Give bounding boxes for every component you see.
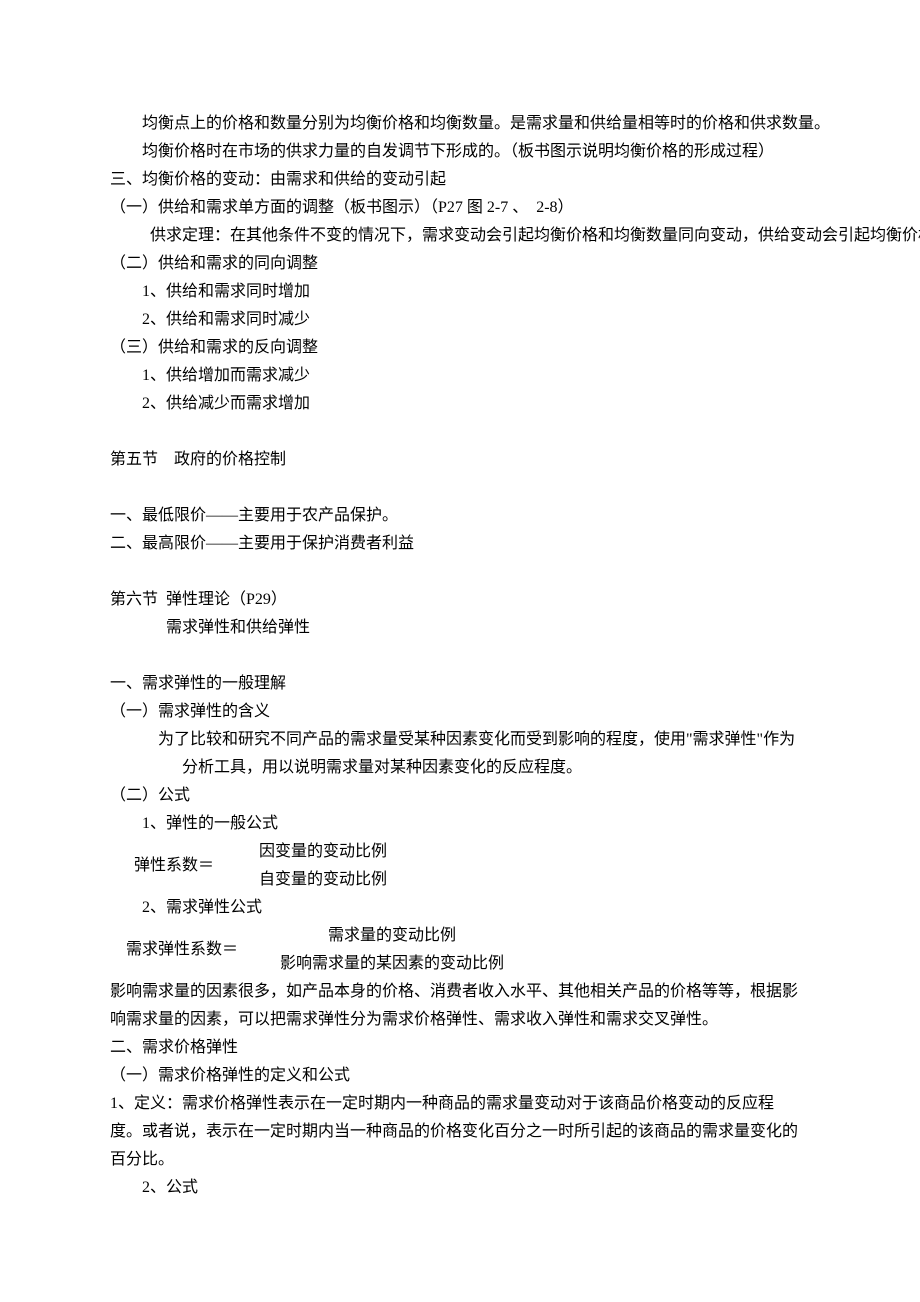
formula-demand-elasticity: 需求弹性系数＝ 需求量的变动比例 影响需求量的某因素的变动比例 xyxy=(110,922,800,978)
formula-elasticity: 弹性系数＝ 因变量的变动比例 自变量的变动比例 xyxy=(110,838,800,894)
subheading: （一）需求弹性的含义 xyxy=(110,698,800,726)
heading: 一、需求弹性的一般理解 xyxy=(110,670,800,698)
subheading: （一）需求价格弹性的定义和公式 xyxy=(110,1062,800,1090)
fraction: 需求量的变动比例 影响需求量的某因素的变动比例 xyxy=(262,922,522,978)
body-text: 均衡点上的价格和数量分别为均衡价格和均衡数量。是需求量和供给量相等时的价格和供求… xyxy=(110,110,800,138)
subheading: （一）供给和需求单方面的调整（板书图示）（P27 图 2-7 、 2-8） xyxy=(110,194,800,222)
fraction-numerator: 需求量的变动比例 xyxy=(262,922,522,950)
fraction: 因变量的变动比例 自变量的变动比例 xyxy=(238,838,408,894)
list-item: 一、最低限价——主要用于农产品保护。 xyxy=(110,502,800,530)
list-item: 1、弹性的一般公式 xyxy=(110,810,800,838)
section-heading: 第六节 弹性理论（P29） xyxy=(110,586,800,614)
list-item: 1、供给增加而需求减少 xyxy=(110,362,800,390)
spacer xyxy=(110,558,800,586)
spacer xyxy=(110,474,800,502)
heading: 二、需求价格弹性 xyxy=(110,1034,800,1062)
section-heading: 第五节 政府的价格控制 xyxy=(110,446,800,474)
body-text: 供求定理：在其他条件不变的情况下，需求变动会引起均衡价格和均衡数量同向变动，供给… xyxy=(110,222,800,250)
spacer xyxy=(110,642,800,670)
formula-label: 需求弹性系数＝ xyxy=(110,936,262,964)
body-text: 1、定义：需求价格弹性表示在一定时期内一种商品的需求量变动对于该商品价格变动的反… xyxy=(110,1090,800,1174)
body-text: 为了比较和研究不同产品的需求量受某种因素变化而受到影响的程度，使用"需求弹性"作… xyxy=(134,726,800,782)
fraction-denominator: 自变量的变动比例 xyxy=(238,866,408,894)
body-text: 均衡价格时在市场的供求力量的自发调节下形成的。（板书图示说明均衡价格的形成过程） xyxy=(110,138,800,166)
subheading: 需求弹性和供给弹性 xyxy=(110,614,800,642)
list-item: 2、公式 xyxy=(110,1174,800,1202)
list-item: 二、最高限价——主要用于保护消费者利益 xyxy=(110,530,800,558)
subheading: （二）公式 xyxy=(110,782,800,810)
list-item: 1、供给和需求同时增加 xyxy=(110,278,800,306)
heading-3: 三、均衡价格的变动：由需求和供给的变动引起 xyxy=(110,166,800,194)
fraction-numerator: 因变量的变动比例 xyxy=(238,838,408,866)
formula-label: 弹性系数＝ xyxy=(110,852,238,880)
list-item: 2、供给减少而需求增加 xyxy=(110,390,800,418)
subheading: （二）供给和需求的同向调整 xyxy=(110,250,800,278)
spacer xyxy=(110,418,800,446)
document-page: 均衡点上的价格和数量分别为均衡价格和均衡数量。是需求量和供给量相等时的价格和供求… xyxy=(0,0,920,1302)
list-item: 2、需求弹性公式 xyxy=(110,894,800,922)
subheading: （三）供给和需求的反向调整 xyxy=(110,334,800,362)
body-text: 影响需求量的因素很多，如产品本身的价格、消费者收入水平、其他相关产品的价格等等，… xyxy=(110,978,800,1034)
list-item: 2、供给和需求同时减少 xyxy=(110,306,800,334)
fraction-denominator: 影响需求量的某因素的变动比例 xyxy=(262,950,522,978)
